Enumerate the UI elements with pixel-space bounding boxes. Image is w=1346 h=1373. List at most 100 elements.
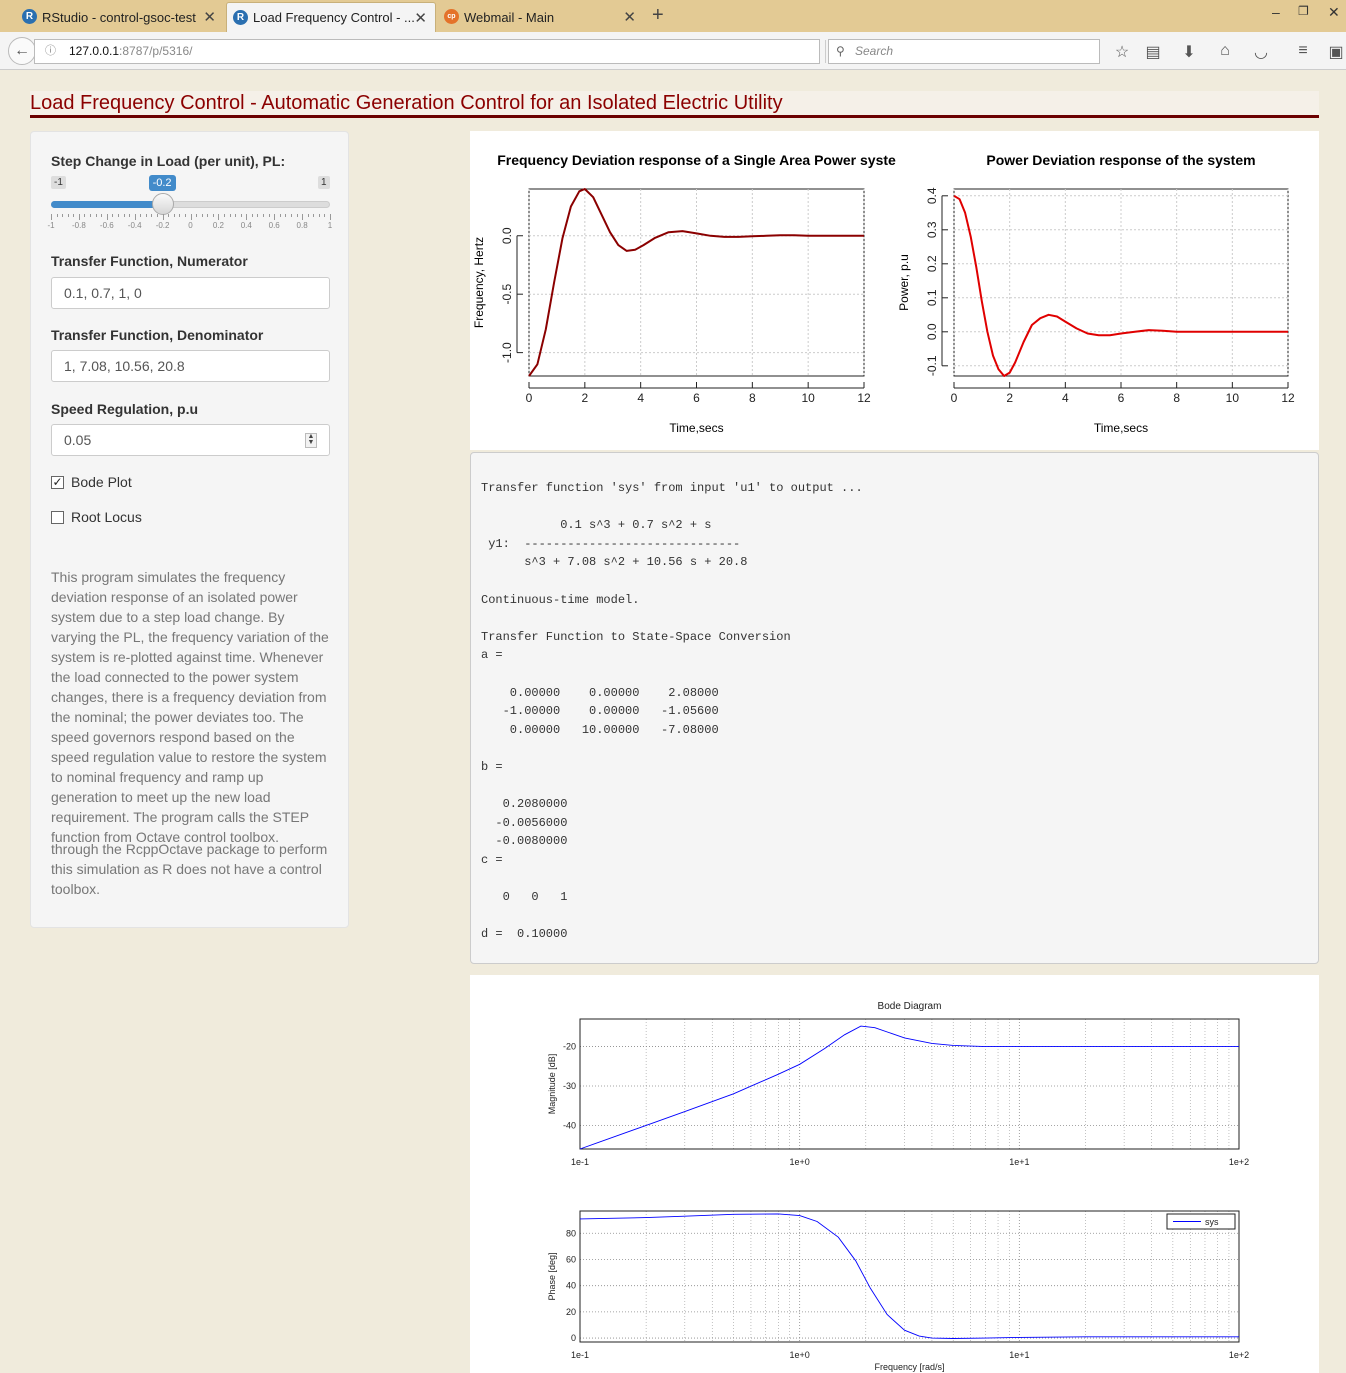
x-axis-label: Frequency [rad/s] [874,1362,944,1372]
tab-load-frequency-control[interactable]: R Load Frequency Control - ... ✕ [226,2,436,32]
output-line: Transfer Function to State-Space Convers… [481,629,791,644]
pocket-icon[interactable]: ◡ [1251,42,1271,62]
speed-regulation-label: Speed Regulation, p.u [51,401,199,417]
tab-rstudio[interactable]: R RStudio - control-gsoc-test ✕ [16,2,224,32]
back-arrow-icon[interactable]: ← [8,37,36,65]
slider-tick-mark [212,214,214,217]
cpanel-icon: cp [444,9,459,24]
slider-tick-mark [279,214,281,217]
slider-tick-mark [235,214,237,217]
y-axis-label: Power, p.u [897,254,911,311]
speed-regulation-value: 0.05 [64,432,92,448]
y-tick-label: -40 [563,1120,576,1130]
y-tick-label: 20 [566,1307,576,1317]
slider-tick-mark [218,214,220,220]
slider-tick-mark [246,214,248,220]
slider-tick-label: -0.8 [71,221,86,230]
x-tick-label: 12 [857,391,871,405]
minimize-icon[interactable]: – [1272,4,1280,20]
tab-webmail[interactable]: cp Webmail - Main ✕ [438,2,644,32]
info-icon[interactable]: ⓘ [45,40,56,63]
slider-tick-mark [84,214,86,217]
x-axis-label: Time,secs [1094,421,1148,435]
slider-tick-mark [67,214,69,217]
url-host: 127.0.0.1 [69,44,120,58]
number-spinner-icon[interactable]: ▲ ▼ [305,433,317,448]
slider-label: Step Change in Load (per unit), PL: [51,153,286,169]
new-tab-button[interactable]: + [652,4,664,27]
root-locus-label[interactable]: Root Locus [71,509,142,525]
numerator-input[interactable]: 0.1, 0.7, 1, 0 [51,277,330,309]
menu-icon[interactable]: ≡ [1293,42,1313,60]
y-tick-label: 40 [566,1281,576,1291]
slider-max-label: 1 [318,176,330,189]
x-tick-label: 1e+0 [790,1350,810,1360]
url-path: :8787/p/5316/ [119,44,193,58]
slider-tick-mark [179,214,181,217]
slider-tick-mark [51,214,52,220]
home-icon[interactable]: ⌂ [1215,42,1235,60]
y-tick-label: 0.0 [500,227,514,244]
slider-tick-mark [223,214,225,217]
slider-handle[interactable] [151,193,174,215]
extension-icon[interactable]: ▣ [1326,42,1346,62]
denominator-input[interactable]: 1, 7.08, 10.56, 20.8 [51,350,330,382]
slider-tick-mark [240,214,242,217]
speed-regulation-input[interactable]: 0.05 ▲ ▼ [51,424,330,456]
y-tick-label: -20 [563,1042,576,1052]
slider-tick-mark [151,214,153,217]
url-bar[interactable]: ⓘ 127.0.0.1:8787/p/5316/ ↻ [34,39,845,64]
slider-min-label: -1 [51,176,66,189]
window-close-icon[interactable]: ✕ [1328,4,1340,21]
bode-plot-svg: 1e-1 1e+0 1e+1 1e+2 -20 -30 -40 Magnitude [dB] B… [547,1001,1249,1372]
close-tab-icon[interactable]: ✕ [414,9,427,27]
r-logo-icon: R [233,10,248,25]
close-tab-icon[interactable]: ✕ [623,8,636,26]
x-tick-label: 12 [1281,391,1295,405]
slider-tick-mark [157,214,159,217]
slider-tick-mark [168,214,170,217]
x-tick-label: 0 [951,391,958,405]
y-tick-label: 0.2 [925,255,939,272]
slider-tick-mark [257,214,259,217]
slider-tick-mark [56,214,58,217]
reading-list-icon[interactable]: ▤ [1143,42,1163,62]
y-tick-label: -30 [563,1081,576,1091]
slider-tick-label: 0.2 [212,221,224,230]
output-line: 0.1 s^3 + 0.7 s^2 + s [481,518,712,533]
output-line: a = [481,648,503,663]
output-line: -0.0056000 [481,815,568,830]
slider-tick-label: 0.8 [296,221,308,230]
slider-tick-mark [201,214,203,217]
bookmark-star-icon[interactable]: ☆ [1112,42,1132,62]
bode-plot-label[interactable]: Bode Plot [71,474,132,490]
download-icon[interactable]: ⬇ [1179,42,1199,62]
output-line: -1.00000 0.00000 -1.05600 [481,704,719,719]
root-locus-checkbox[interactable] [51,511,64,524]
plot-frame [579,1210,1240,1343]
browser-nav-bar: ← ⓘ 127.0.0.1:8787/p/5316/ ↻ ⚲ Search ☆ … [0,32,1346,70]
slider-tick-mark [290,214,292,217]
restore-icon[interactable]: ❐ [1298,4,1309,18]
y-tick-label: -0.1 [925,355,939,376]
x-tick-label: 1e+0 [790,1157,810,1167]
slider-tick-label: -1 [47,221,55,230]
search-input[interactable]: ⚲ Search [828,39,1100,64]
slider-tick-mark [324,214,326,217]
x-tick-label: 1e+1 [1009,1157,1029,1167]
step-response-svg: 0 2 4 6 8 10 12 -1.0 -0.5 0.0 Frequency Deviation … [472,152,1295,435]
slider-tick-label: -0.2 [155,221,170,230]
slider-tick-mark [302,214,304,220]
slider-tick-mark [229,214,231,217]
slider-tick-mark [101,214,103,217]
slider-tick-mark [313,214,315,217]
y-tick-label: 60 [566,1254,576,1264]
y-tick-label: 0.3 [925,221,939,238]
slider-value-label: -0.2 [148,175,176,191]
x-tick-label: 1e+1 [1009,1350,1029,1360]
output-line: y1: ------------------------------ [481,536,741,551]
close-tab-icon[interactable]: ✕ [203,8,216,26]
x-tick-label: 2 [581,391,588,405]
bode-plot-checkbox[interactable]: ✓ [51,476,64,489]
x-tick-label: 1e-1 [571,1157,589,1167]
